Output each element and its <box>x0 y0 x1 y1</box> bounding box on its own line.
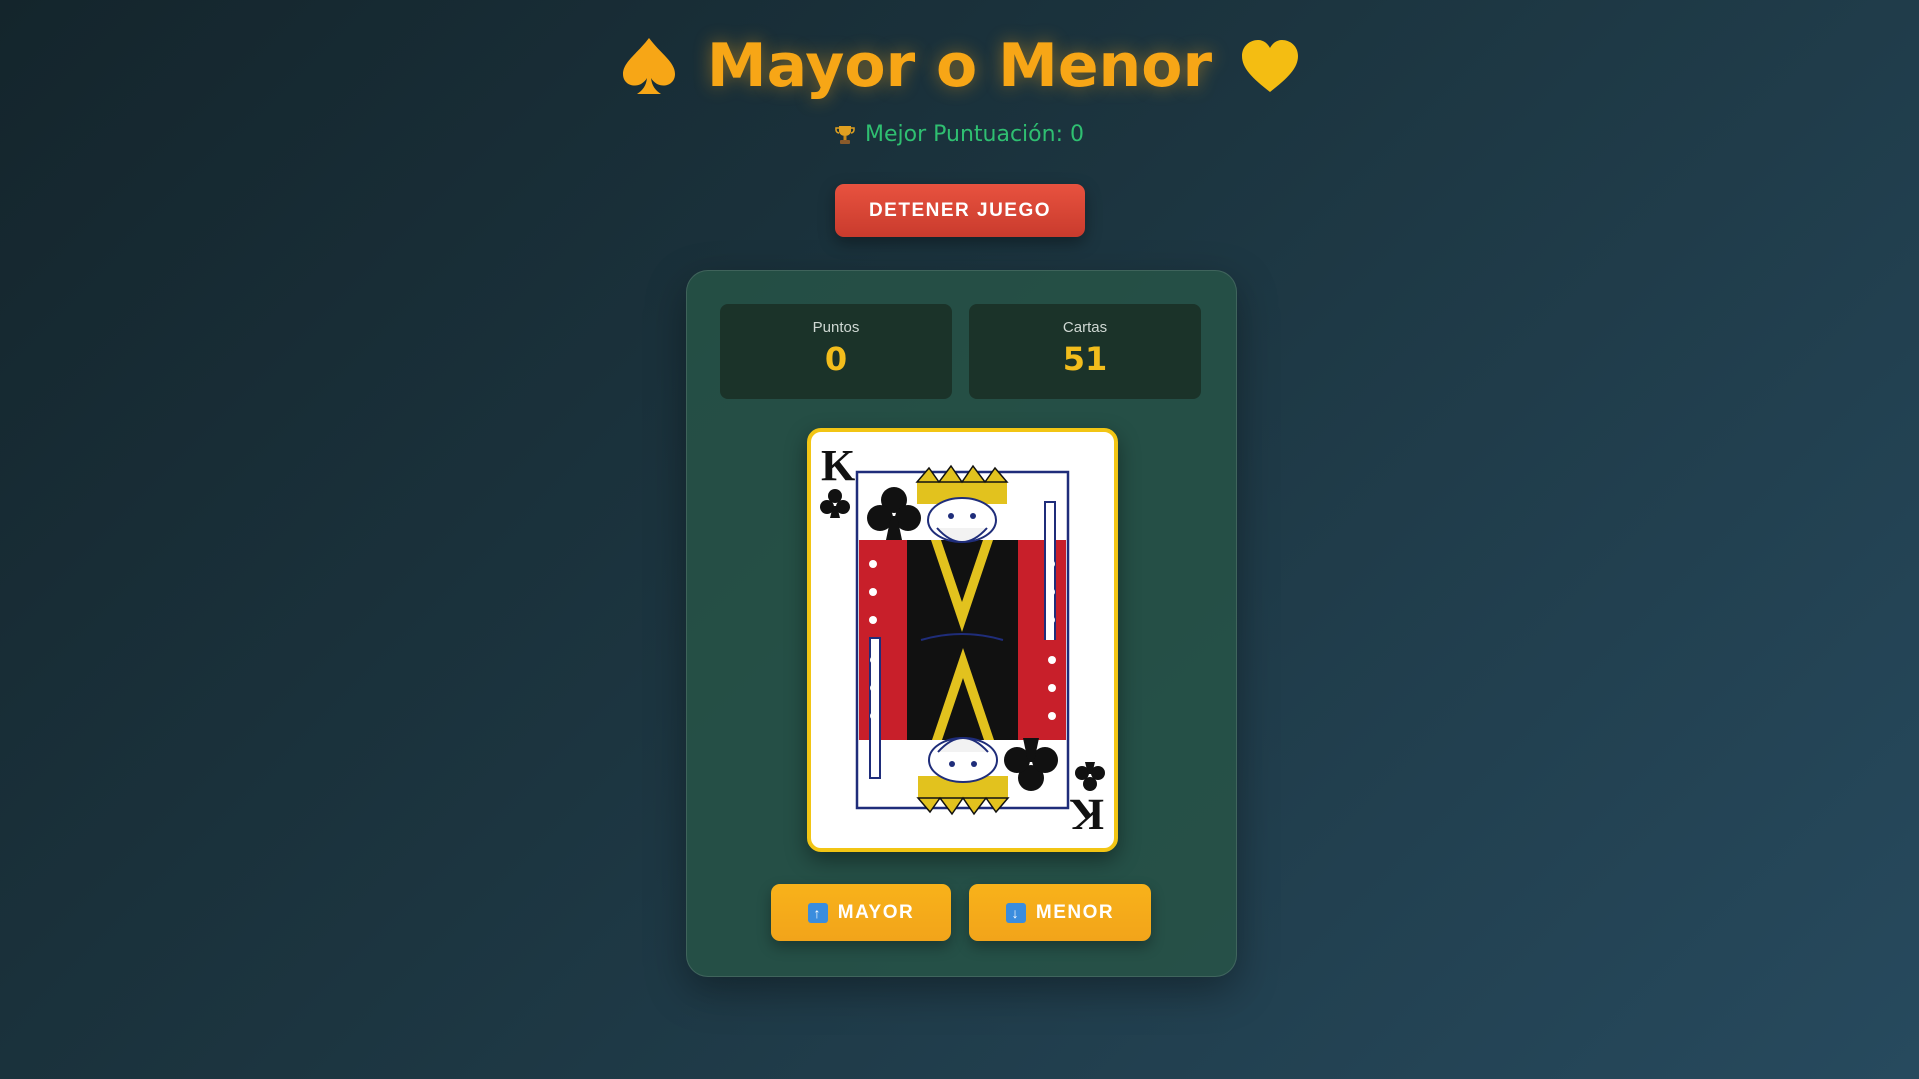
up-arrow-icon: ↑ <box>807 902 828 923</box>
best-score: Mejor Puntuación: 0 <box>835 122 1084 147</box>
cards-stat: Cartas 51 <box>969 304 1201 399</box>
stop-game-button[interactable]: DETENER JUEGO <box>835 184 1085 237</box>
yellow-heart-icon <box>1242 40 1299 92</box>
current-card: K K <box>807 428 1118 852</box>
game-panel: Puntos 0 Cartas 51 K K ↑ MAYOR ↓ MENOR <box>686 270 1237 977</box>
cards-value: 51 <box>1062 340 1108 378</box>
card-corner-rank: K <box>821 441 855 490</box>
lower-label: MENOR <box>1035 901 1115 923</box>
points-value: 0 <box>824 340 848 378</box>
points-stat: Puntos 0 <box>720 304 952 399</box>
best-score-text: Mejor Puntuación: 0 <box>865 122 1084 147</box>
points-label: Puntos <box>812 319 860 336</box>
title-text: Mayor o Menor <box>706 31 1213 101</box>
game-title: Mayor o Menor <box>617 28 1302 104</box>
header: Mayor o Menor Mejor Puntuación: 0 <box>0 28 1919 150</box>
spade-icon <box>622 38 675 94</box>
down-arrow-icon: ↓ <box>1005 902 1026 923</box>
king-of-clubs-card-image: K K <box>820 441 1105 839</box>
higher-button[interactable]: ↑ MAYOR <box>771 884 951 941</box>
club-large-icon <box>867 487 921 540</box>
lower-button[interactable]: ↓ MENOR <box>969 884 1151 941</box>
club-corner-icon <box>820 489 850 518</box>
higher-label: MAYOR <box>837 901 915 923</box>
card-corner-rank-bottom: K <box>1070 790 1104 839</box>
trophy-icon <box>835 125 855 144</box>
cards-label: Cartas <box>1062 319 1108 336</box>
